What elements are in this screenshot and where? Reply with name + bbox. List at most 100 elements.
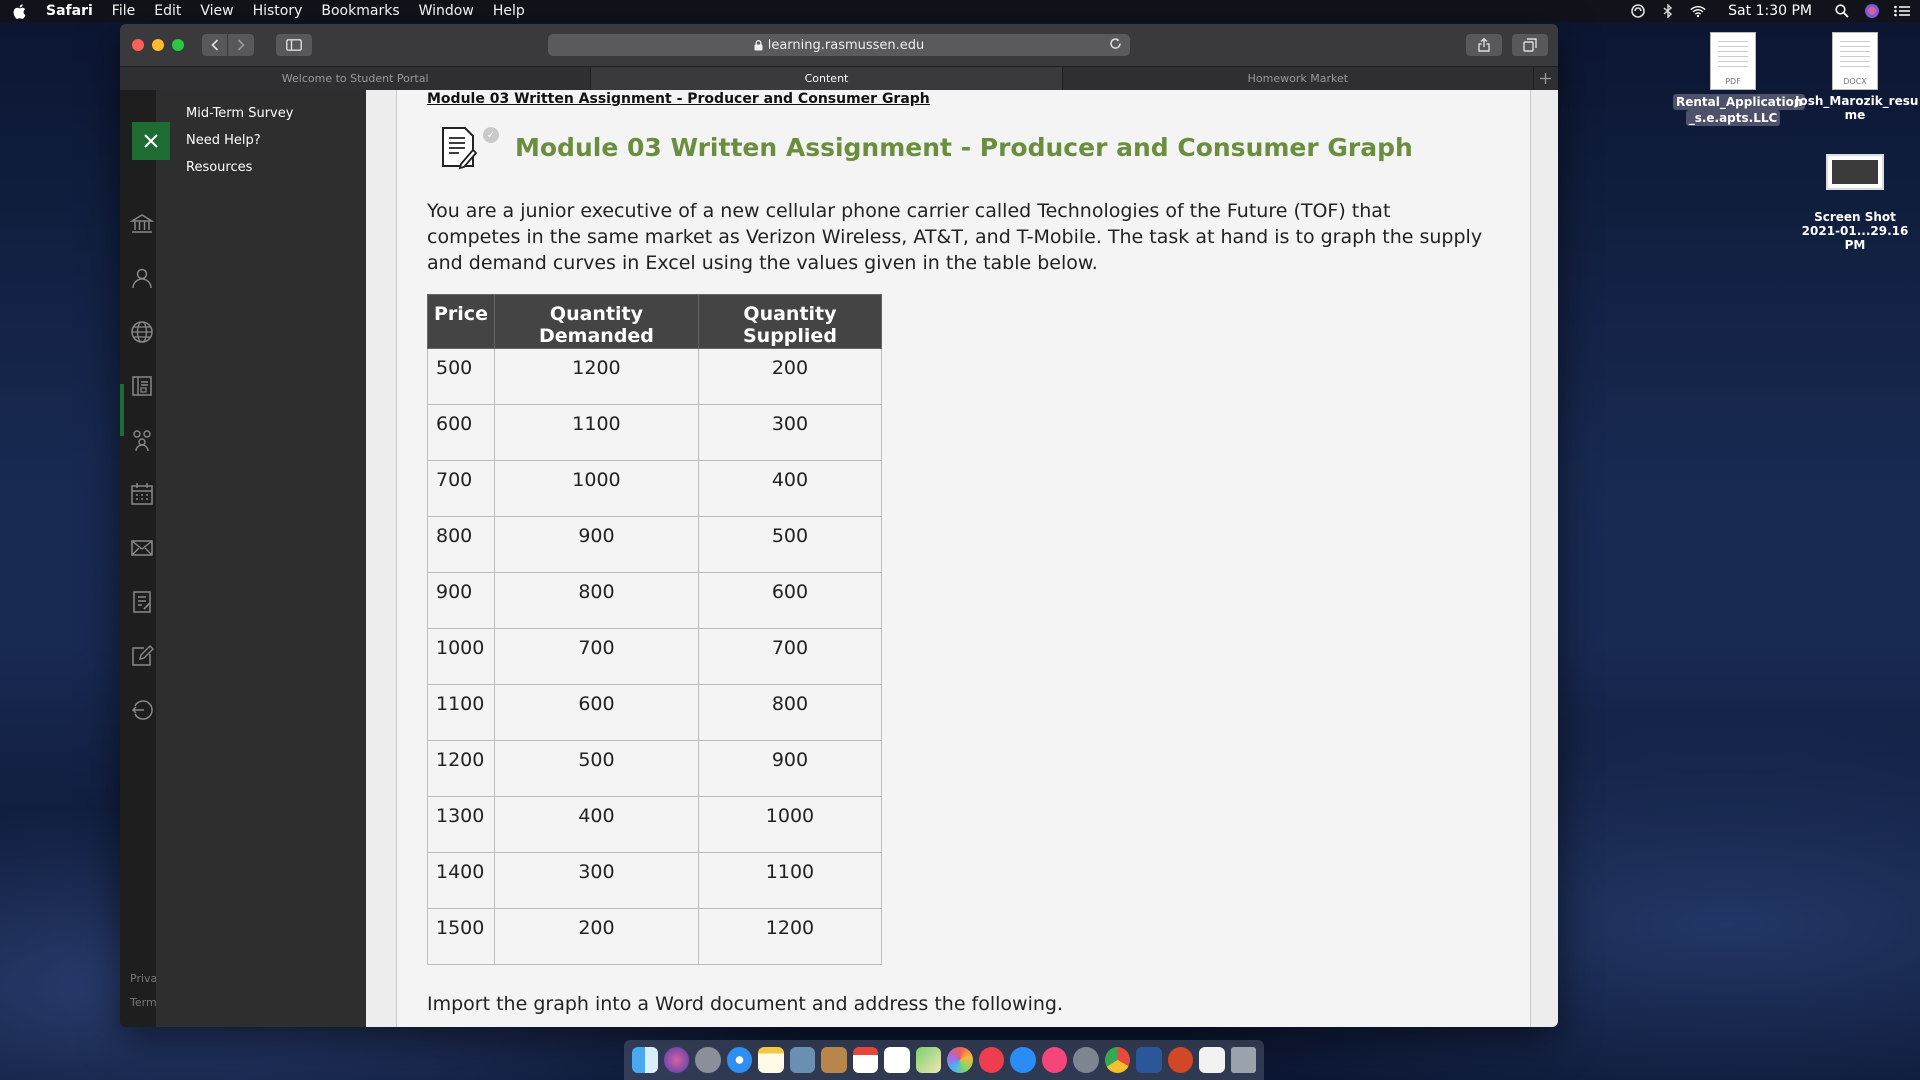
show-all-tabs-button[interactable] [1512,34,1548,56]
close-menu-button[interactable] [132,122,170,160]
price-cell: 800 [427,516,495,573]
menu-history[interactable]: History [253,3,303,19]
wifi-icon[interactable] [1690,3,1706,19]
desktop-file-label: Screen Shot [1814,210,1896,224]
chrome-icon[interactable] [1104,1047,1130,1073]
chevron-right-icon [237,39,245,51]
apple-icon[interactable] [10,0,28,22]
edit-icon[interactable] [130,644,154,668]
price-cell: 500 [427,348,495,405]
music-icon[interactable] [1041,1047,1067,1073]
table-row: 500 1200 200 [427,348,882,405]
share-button[interactable] [1466,34,1502,56]
desktop-file-label: 2021-01...29.16 PM [1801,224,1909,252]
word-icon[interactable] [1136,1047,1162,1073]
breadcrumb[interactable]: Module 03 Written Assignment - Producer … [427,90,1500,108]
sidebar-toggle-button[interactable] [276,34,312,56]
menu-edit[interactable]: Edit [154,3,181,19]
contacts-icon[interactable] [821,1047,847,1073]
tab-homework-market[interactable]: Homework Market [1063,67,1534,90]
privacy-link[interactable]: Priva [130,972,157,985]
powerpoint-icon[interactable] [1167,1047,1193,1073]
nav-mid-term-survey[interactable]: Mid-Term Survey [156,100,366,127]
dock [624,1040,1264,1080]
menu-clock[interactable]: Sat 1:30 PM [1728,3,1812,19]
notification-center-icon[interactable] [1894,3,1910,19]
nav-need-help[interactable]: Need Help? [156,127,366,154]
menu-bookmarks[interactable]: Bookmarks [321,3,399,19]
assignment-instructions: Import the graph into a Word document an… [427,993,1064,1015]
table-row: 1500 200 1200 [427,908,882,965]
price-cell: 1100 [427,684,495,741]
header-quantity-supplied: Quantity Supplied [697,294,882,349]
institution-icon[interactable] [130,212,154,236]
title-bar: learning.rasmussen.edu [120,24,1558,66]
photos-icon[interactable] [947,1047,973,1073]
forward-button[interactable] [228,34,254,56]
trash-icon[interactable] [1230,1047,1256,1073]
calendar-icon[interactable] [130,482,154,506]
desktop-file-screenshot[interactable]: Screen Shot 2021-01...29.16 PM [1795,140,1915,252]
address-bar[interactable]: learning.rasmussen.edu [548,34,1130,56]
desktop-file-resume[interactable]: DOCX Josh_Marozik_resu me [1795,32,1918,122]
reminders-icon[interactable] [884,1047,910,1073]
news-icon[interactable] [978,1047,1004,1073]
sign-out-icon[interactable] [130,698,154,722]
grades-icon[interactable] [130,590,154,614]
reload-icon[interactable] [1109,37,1122,54]
tab-welcome-student-portal[interactable]: Welcome to Student Portal [120,67,592,90]
share-icon [1478,38,1490,52]
assignment-document-icon [435,124,481,170]
supply-cell: 1200 [697,908,882,965]
app-store-icon[interactable] [1010,1047,1036,1073]
menu-file[interactable]: File [112,3,135,19]
system-preferences-icon[interactable] [1073,1047,1099,1073]
new-tab-button[interactable] [1534,67,1558,90]
nav-resources[interactable]: Resources [156,154,366,181]
launchpad-icon[interactable] [695,1047,721,1073]
calendar-app-icon[interactable] [852,1047,878,1073]
price-cell: 1200 [427,740,495,797]
course-content-icon[interactable] [130,374,154,398]
documents-stack-icon[interactable] [1199,1047,1225,1073]
completion-check-icon[interactable]: ✓ [483,127,499,143]
groups-icon[interactable] [130,428,154,452]
demand-cell: 1100 [493,404,699,461]
minimize-window-button[interactable] [152,39,164,51]
price-cell: 1000 [427,628,495,685]
demand-cell: 500 [493,740,699,797]
siri-icon[interactable] [1864,3,1880,19]
globe-icon[interactable] [130,320,154,344]
notes-icon[interactable] [758,1047,784,1073]
desktop-file-rental-application[interactable]: PDF Rental_Application _s.e.apts.LLC [1673,32,1806,126]
screenshot-file-icon [1826,154,1884,190]
icon-rail: Priva Term [120,90,170,1027]
close-window-button[interactable] [132,39,144,51]
sidebar-icon [286,39,302,51]
safari-icon[interactable] [726,1047,752,1073]
table-row: 1200 500 900 [427,740,882,797]
menu-help[interactable]: Help [493,3,525,19]
messages-icon[interactable] [130,536,154,560]
supply-cell: 400 [697,460,882,517]
terms-link[interactable]: Term [130,996,157,1009]
spotlight-search-icon[interactable] [1834,3,1850,19]
supply-cell: 600 [697,572,882,629]
sync-icon[interactable] [1630,3,1646,19]
back-button[interactable] [202,34,228,56]
profile-icon[interactable] [130,266,154,290]
tab-content[interactable]: Content [591,67,1063,90]
siri-icon[interactable] [663,1047,689,1073]
menu-app-name[interactable]: Safari [46,3,93,19]
price-cell: 700 [427,460,495,517]
active-indicator [120,384,124,436]
lock-icon [754,39,763,50]
preview-icon[interactable] [789,1047,815,1073]
menu-view[interactable]: View [200,3,233,19]
maps-icon[interactable] [915,1047,941,1073]
assignment-intro: You are a junior executive of a new cell… [427,200,1483,274]
bluetooth-icon[interactable] [1660,3,1676,19]
finder-icon[interactable] [632,1047,658,1073]
zoom-window-button[interactable] [172,39,184,51]
menu-window[interactable]: Window [419,3,474,19]
